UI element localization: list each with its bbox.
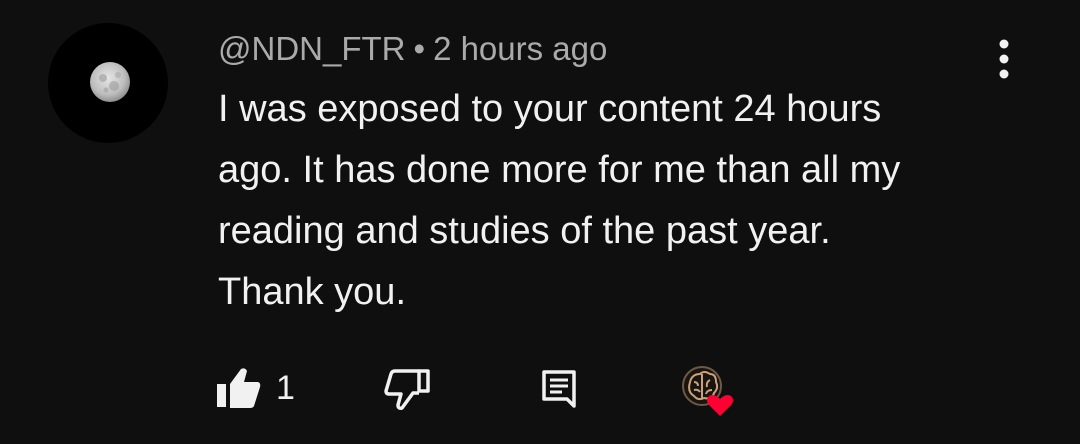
comment-thread: @NDN_FTR • 2 hours ago I was exposed to yo… — [0, 0, 1080, 444]
thumbs-up-filled-icon — [217, 368, 261, 408]
author-name[interactable]: @NDN_FTR — [218, 30, 406, 67]
more-vert-icon — [999, 39, 1009, 79]
creator-heart-badge — [676, 360, 740, 420]
thumbs-down-outline-icon — [384, 369, 430, 410]
comment-reply-icon — [542, 370, 576, 408]
reply-button[interactable] — [538, 364, 582, 412]
more-options-button[interactable] — [982, 36, 1026, 84]
moon-avatar-icon — [90, 62, 130, 102]
dislike-button[interactable] — [382, 364, 432, 412]
meta-separator: • — [413, 30, 426, 67]
comment-text: I was exposed to your content 24 hours a… — [218, 88, 901, 313]
comment-header: @NDN_FTR • 2 hours ago — [218, 26, 607, 72]
brain-creator-heart-icon — [682, 366, 733, 416]
author-avatar[interactable] — [48, 23, 168, 143]
like-count: 1 — [276, 369, 295, 407]
comment-timestamp[interactable]: 2 hours ago — [433, 30, 607, 67]
like-button[interactable] — [212, 364, 262, 412]
